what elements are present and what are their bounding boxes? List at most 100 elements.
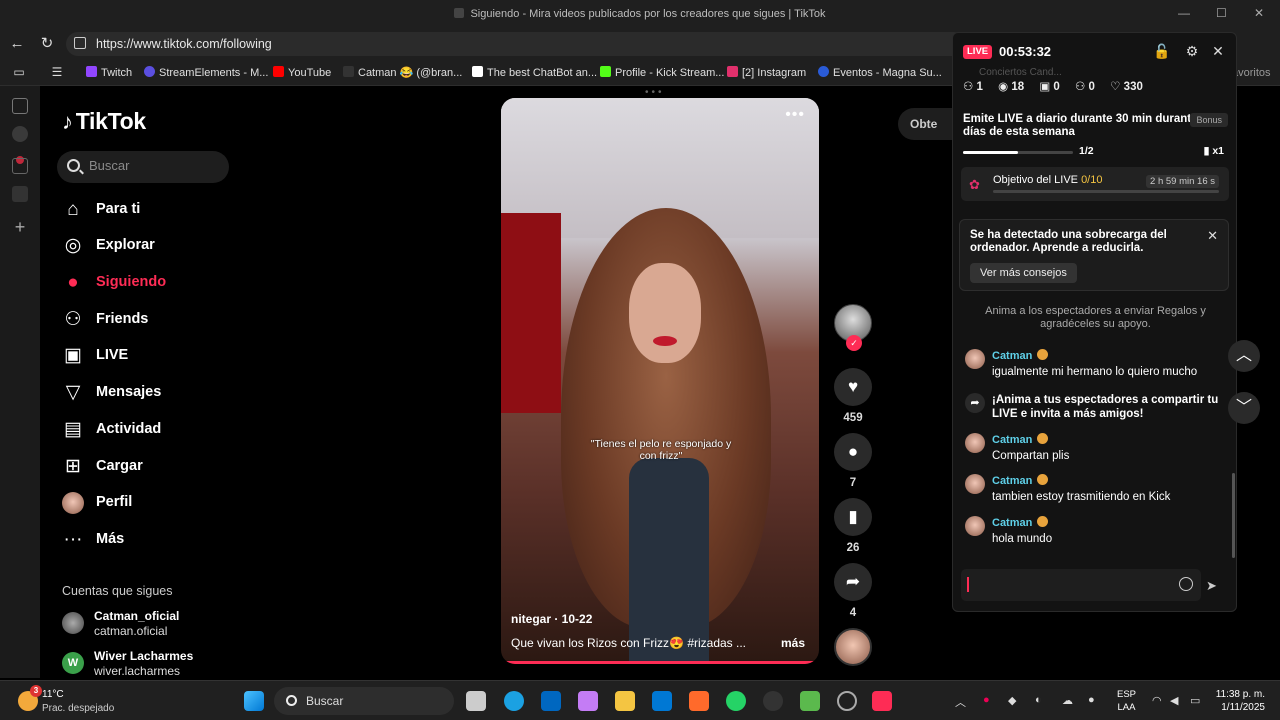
emoji-icon[interactable] xyxy=(1179,577,1193,591)
nav-perfil[interactable]: Perfil xyxy=(62,490,222,518)
profile-icon[interactable] xyxy=(12,126,28,142)
start-icon[interactable] xyxy=(244,691,264,711)
chat-username[interactable]: Catman xyxy=(992,474,1049,487)
close-icon[interactable]: ✕ xyxy=(1209,42,1227,60)
outlook-icon[interactable] xyxy=(652,691,672,711)
badge-icon xyxy=(1037,516,1049,527)
chat-text: igualmente mi hermano lo quiero mucho xyxy=(992,366,1198,378)
history-icon[interactable] xyxy=(12,158,28,174)
nav-explorar[interactable]: ◎ Explorar xyxy=(62,233,222,261)
url-text[interactable]: https://www.tiktok.com/following xyxy=(96,37,272,51)
live-goal[interactable]: ✿ Objetivo del LIVE 0/10 2 h 59 min 16 s xyxy=(961,167,1229,201)
tiktok-logo[interactable]: ♪ TikTok xyxy=(62,108,146,135)
chat-username[interactable]: Catman xyxy=(992,516,1049,529)
battery-icon[interactable]: ▭ xyxy=(1190,694,1200,707)
site-info-icon[interactable] xyxy=(74,37,86,49)
video-author[interactable]: nitegar · 10-22 xyxy=(511,612,592,626)
nav-para-ti[interactable]: ⌂ Para ti xyxy=(62,197,222,225)
lock-icon[interactable]: 🔓 xyxy=(1153,42,1171,60)
video-progress-bar[interactable] xyxy=(501,661,819,664)
previous-video-button[interactable]: ︿ xyxy=(1228,340,1260,372)
tray-app-icon[interactable]: ◐ xyxy=(1035,694,1042,706)
app-icon[interactable] xyxy=(837,691,857,711)
goal-label: Objetivo del LIVE 0/10 xyxy=(993,174,1103,186)
edge-icon[interactable] xyxy=(504,691,524,711)
whatsapp-icon[interactable] xyxy=(726,691,746,711)
bookmark-item[interactable]: Catman 😂 (@bran... xyxy=(343,66,462,79)
like-button[interactable]: ♥ xyxy=(834,368,872,406)
collections-icon[interactable]: ☰ xyxy=(46,62,68,82)
search-input[interactable] xyxy=(89,158,219,173)
nav-mas[interactable]: ··· Más xyxy=(62,527,222,555)
close-window-icon[interactable]: ✕ xyxy=(1254,6,1264,20)
clock[interactable]: 11:38 p. m. 1/11/2025 xyxy=(1213,688,1265,714)
language-indicator[interactable]: ESP LAA xyxy=(1117,688,1136,714)
video-more-options-icon[interactable]: ••• xyxy=(785,106,805,124)
bookmark-item[interactable]: The best ChatBot an... xyxy=(472,66,597,79)
workspaces-icon[interactable] xyxy=(12,98,28,114)
maximize-icon[interactable]: ☐ xyxy=(1216,6,1227,20)
obs-icon[interactable] xyxy=(763,691,783,711)
bookmark-item[interactable]: Profile - Kick Stream... xyxy=(600,66,724,79)
dropbox-icon[interactable]: ◆ xyxy=(1008,694,1016,707)
firefox-icon[interactable] xyxy=(689,691,709,711)
bookmark-item[interactable]: Eventos - Magna Su... xyxy=(818,66,942,79)
share-button[interactable]: ➦ xyxy=(834,563,872,601)
url-field[interactable]: https://www.tiktok.com/following xyxy=(66,32,966,56)
back-icon[interactable]: ← xyxy=(6,34,28,54)
drag-handle[interactable]: ••• xyxy=(645,87,665,98)
add-icon[interactable]: + xyxy=(12,218,28,236)
copilot-icon[interactable] xyxy=(578,691,598,711)
comment-button[interactable]: ● xyxy=(834,433,872,471)
chevron-up-icon[interactable]: ︿ xyxy=(955,694,966,710)
chat-username[interactable]: Catman xyxy=(992,349,1049,362)
cloud-icon[interactable]: ☁ xyxy=(1062,694,1073,707)
following-account[interactable]: Catman_oficial catman.oficial xyxy=(62,608,222,640)
bookmark-item[interactable]: StreamElements - M... xyxy=(144,66,268,79)
nav-friends[interactable]: ⚇ Friends xyxy=(62,307,222,335)
bookmark-item[interactable]: Twitch xyxy=(86,66,132,79)
tray-app-icon[interactable]: ● xyxy=(983,694,990,706)
file-explorer-icon[interactable] xyxy=(615,691,635,711)
nav-cargar[interactable]: ⊞ Cargar xyxy=(62,454,222,482)
tiktok-live-studio-icon[interactable] xyxy=(872,691,892,711)
save-button[interactable]: ▮ xyxy=(834,498,872,536)
nav-live[interactable]: ▣ LIVE xyxy=(62,343,222,371)
chat-username[interactable]: Catman xyxy=(992,433,1049,446)
next-video-button[interactable]: ﹀ xyxy=(1228,392,1260,424)
wifi-icon[interactable]: ◠ xyxy=(1152,694,1162,707)
nav-mensajes[interactable]: ▽ Mensajes xyxy=(62,380,222,408)
close-alert-icon[interactable]: ✕ xyxy=(1207,228,1218,244)
volume-icon[interactable]: ◀ xyxy=(1170,694,1178,707)
bookmark-item[interactable]: YouTube xyxy=(273,66,331,79)
microphone-icon[interactable]: ● xyxy=(1088,694,1095,706)
minimize-icon[interactable]: — xyxy=(1178,6,1190,20)
nav-actividad[interactable]: ▤ Actividad xyxy=(62,417,222,445)
media-control-icon[interactable] xyxy=(12,186,28,202)
following-account[interactable]: W Wiver Lacharmes wiver.lacharmes xyxy=(62,648,222,680)
creator-avatar[interactable]: ✓ xyxy=(834,304,872,351)
chat-input[interactable] xyxy=(971,577,1171,591)
taskbar-search[interactable]: Buscar xyxy=(274,687,454,715)
live-stats: ⚇ 1 ◉ 18 ▣ 0 ⚇ 0 ♡ 330 xyxy=(963,79,1155,93)
tab-actions-icon[interactable]: ▭ xyxy=(8,62,30,82)
sound-avatar[interactable] xyxy=(834,628,872,666)
nav-siguiendo[interactable]: ● Siguiendo xyxy=(62,270,222,298)
more-tips-button[interactable]: Ver más consejos xyxy=(970,263,1077,283)
save-count: 26 xyxy=(846,542,860,554)
video-more-button[interactable]: más xyxy=(781,636,805,650)
chat-scrollbar[interactable] xyxy=(1232,473,1235,558)
send-icon[interactable]: ➤ xyxy=(1206,578,1217,594)
store-icon[interactable] xyxy=(541,691,561,711)
settings-icon[interactable]: ⚙ xyxy=(1183,42,1201,60)
app-icon[interactable] xyxy=(800,691,820,711)
task-view-icon[interactable] xyxy=(466,691,486,711)
followed-check-icon[interactable]: ✓ xyxy=(846,335,862,351)
search-box[interactable] xyxy=(57,151,229,183)
get-app-button[interactable]: Obte xyxy=(898,108,958,140)
reload-icon[interactable]: ↻ xyxy=(36,34,58,54)
bookmark-item[interactable]: [2] Instagram xyxy=(727,66,806,79)
live-mission[interactable]: Emite LIVE a diario durante 30 min duran… xyxy=(963,113,1228,157)
video-player[interactable]: ••• "Tienes el pelo re esponjado y con f… xyxy=(501,98,819,664)
chat-input-box[interactable] xyxy=(961,569,1201,601)
